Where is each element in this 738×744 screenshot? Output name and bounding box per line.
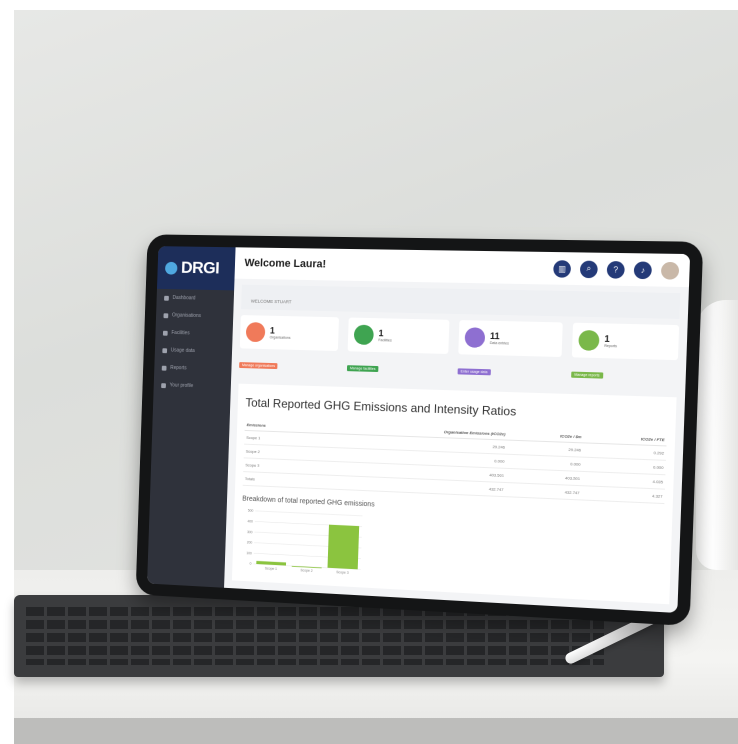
sidebar-item-label: Dashboard [172, 295, 196, 302]
dashboard-icon [164, 295, 169, 301]
stat-card[interactable]: 1 Facilities [347, 317, 450, 354]
emissions-table: Emissions Organisation Emissions (tCO2e) t… [242, 419, 667, 504]
tablet-screen: DRGI Dashboard Organisations Facilities Usa… [147, 246, 691, 613]
sidebar-nav: Dashboard Organisations Facilities Usage da… [153, 289, 234, 396]
pin-icon [353, 324, 374, 345]
x-tick-label: Scope 3 [336, 570, 349, 575]
logo[interactable]: DRGI [156, 246, 236, 291]
table-cell: 432.747 [505, 482, 582, 500]
sidebar-item-label: Facilities [171, 329, 190, 337]
sidebar-item-label: Usage data [170, 347, 195, 354]
page-title: Welcome Laura! [244, 257, 327, 271]
bar [327, 524, 360, 570]
sidebar-item-label: Organisations [171, 312, 202, 320]
usage-icon [162, 347, 168, 353]
table-cell: Totals [242, 471, 313, 489]
sidebar-item[interactable]: Organisations [156, 306, 234, 325]
table-cell: 4.327 [581, 485, 665, 504]
chart-icon [464, 327, 486, 348]
y-tick-label: 200 [247, 540, 253, 544]
stat-value: 11 [489, 330, 500, 341]
stat-label: Organisations [269, 334, 291, 340]
logo-text: DRGI [180, 258, 220, 278]
sidebar-item[interactable]: Your profile [153, 376, 231, 396]
bell-icon[interactable]: ♪ [633, 260, 653, 279]
sidebar-item[interactable]: Facilities [155, 324, 233, 343]
report-icon [161, 365, 167, 371]
y-tick-label: 100 [246, 551, 252, 555]
action-tag-wrapper: Enter usage data [457, 359, 561, 380]
desk-edge [14, 718, 738, 744]
sidebar-item[interactable]: Usage data [155, 341, 233, 361]
topbar-icons: ▥ ⌕ ? ♪ [553, 259, 680, 280]
stat-label: Data entries [489, 340, 509, 345]
y-tick-label: 0 [250, 562, 252, 566]
action-button[interactable]: Enter usage data [457, 368, 491, 376]
action-button[interactable]: Manage organisations [239, 362, 278, 370]
panel-title: Total Reported GHG Emissions and Intensi… [245, 395, 517, 419]
action-button[interactable]: Manage facilities [346, 365, 379, 373]
stat-label: Reports [604, 343, 618, 348]
sidebar-item-label: Reports [170, 364, 187, 372]
stat-card[interactable]: 11 Data entries [458, 320, 563, 358]
emissions-chart: 0 100 200 300 400 500 Scope 1 Scope 2 Scope 3 [240, 508, 368, 579]
facility-icon [162, 330, 168, 336]
chart-svg: 0 100 200 300 400 500 Scope 1 Scope 2 Scope 3 [246, 509, 368, 575]
stat-value: 1 [604, 333, 610, 344]
y-tick-label: 400 [247, 519, 253, 523]
search-icon[interactable]: ⌕ [579, 260, 598, 278]
action-tag-wrapper: Manage organisations [239, 353, 338, 374]
sidebar: DRGI Dashboard Organisations Facilities Usa… [147, 246, 236, 588]
help-icon[interactable]: ? [606, 260, 625, 279]
stat-card[interactable]: 1 Organisations [239, 315, 340, 352]
chart-icon[interactable]: ▥ [553, 259, 572, 278]
x-tick-label: Scope 1 [265, 566, 277, 571]
organisation-icon [163, 312, 169, 318]
main-area: Welcome Laura! ▥ ⌕ ? ♪ WELCOME STUART 1O… [224, 247, 691, 613]
y-tick-label: 500 [248, 509, 254, 513]
logo-mark-icon [164, 261, 178, 275]
sidebar-item[interactable]: Dashboard [156, 289, 234, 308]
stat-label: Facilities [378, 337, 392, 342]
profile-icon [161, 382, 166, 388]
topbar: Welcome Laura! ▥ ⌕ ? ♪ [234, 247, 691, 288]
action-button[interactable]: Manage reports [571, 371, 603, 379]
white-vase [696, 300, 738, 570]
x-tick-label: Scope 2 [300, 568, 313, 573]
greeting: WELCOME STUART [241, 284, 681, 319]
sidebar-item-label: Your profile [169, 382, 194, 390]
action-tag-wrapper: Manage facilities [346, 356, 448, 377]
stat-card[interactable]: 1 Reports [571, 322, 680, 361]
tablet: DRGI Dashboard Organisations Facilities Usa… [135, 234, 704, 627]
action-tag-wrapper: Manage reports [571, 362, 678, 383]
avatar[interactable] [660, 261, 680, 280]
stat-value: 1 [269, 325, 275, 336]
document-icon [578, 329, 600, 351]
building-icon [245, 322, 266, 343]
y-tick-label: 300 [247, 530, 253, 534]
emissions-panel: Total Reported GHG Emissions and Intensi… [231, 383, 677, 605]
gridline [255, 511, 362, 516]
stat-value: 1 [378, 327, 384, 338]
